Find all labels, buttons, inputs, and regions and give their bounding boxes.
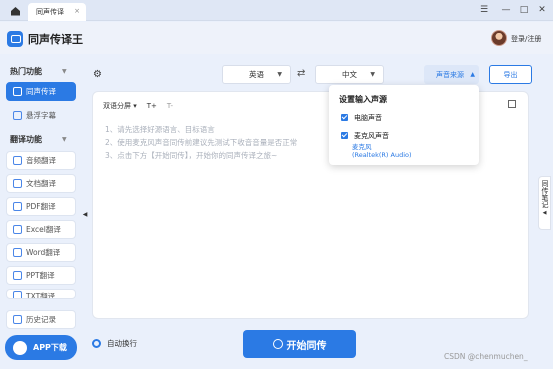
document-icon — [13, 179, 22, 188]
app-download-button[interactable]: APP下载 — [5, 335, 77, 360]
checkbox-checked-icon[interactable] — [341, 114, 348, 121]
microphone-icon — [272, 339, 283, 349]
audio-source-button[interactable]: 声音来源 ▲ — [424, 65, 479, 84]
txt-icon — [13, 291, 22, 298]
sidebar-item-label: Excel翻译 — [26, 225, 61, 234]
option-microphone[interactable]: 麦克风声音 — [341, 131, 389, 141]
source-language-select[interactable]: 英语 ▼ — [222, 65, 291, 84]
sidebar-item-ppt-translate[interactable]: PPT翻译 — [6, 266, 76, 285]
sidebar-item-simultaneous[interactable]: 同声传译 — [6, 82, 76, 101]
minimize-button[interactable]: — — [500, 4, 512, 16]
download-icon — [13, 340, 27, 355]
sidebar-item-label: PPT翻译 — [26, 271, 55, 280]
chevron-down-icon: ▾ — [133, 102, 137, 110]
auto-wrap-toggle[interactable]: 自动换行 — [92, 338, 137, 349]
ppt-icon — [13, 271, 22, 280]
sidebar-item-document-translate[interactable]: 文档翻译 — [6, 174, 76, 193]
maximize-button[interactable]: □ — [518, 4, 530, 16]
sidebar-item-txt-translate[interactable]: TXT翻译 — [6, 289, 76, 299]
avatar[interactable] — [491, 30, 507, 46]
dropdown-title: 设置输入声源 — [339, 95, 387, 104]
gear-icon[interactable]: ⚙ — [93, 69, 102, 80]
font-increase-button[interactable]: T+ — [147, 102, 157, 110]
audio-source-label: 声音来源 — [436, 70, 464, 79]
translate-section-heading: 翻译功能 — [10, 135, 42, 144]
tip-line: 2、使用麦克风声音同传前建议先测试下收音音量是否正常 — [105, 138, 298, 147]
hot-section-heading: 热门功能 — [10, 67, 42, 76]
excel-icon — [13, 225, 22, 234]
sidebar-item-label: 同声传译 — [26, 87, 56, 96]
radio-selected-icon[interactable] — [92, 339, 101, 348]
export-button[interactable]: 导出 — [489, 65, 532, 84]
option-computer-audio[interactable]: 电脑声音 — [341, 113, 382, 123]
app-title: 同声传译王 — [28, 33, 83, 46]
collapse-sidebar-icon[interactable]: ◀ — [81, 208, 89, 220]
swap-languages-icon[interactable]: ⇄ — [297, 68, 305, 79]
option-label: 电脑声音 — [354, 114, 382, 122]
panel-toolbar: 双语分屏 ▾ T+ T- — [103, 101, 173, 111]
chevron-down-icon[interactable]: ▼ — [62, 136, 67, 143]
chevron-left-icon: ◀ — [542, 210, 547, 216]
start-button[interactable]: 开始同传 — [243, 330, 356, 358]
audio-icon — [13, 156, 22, 165]
sidebar-item-label: Word翻译 — [26, 248, 61, 257]
sidebar-item-label: 悬浮字幕 — [26, 111, 56, 120]
sidebar-item-label: TXT翻译 — [26, 292, 56, 299]
sidebar-item-label: 历史记录 — [26, 315, 56, 324]
sidebar-item-audio-translate[interactable]: 音频翻译 — [6, 151, 76, 170]
subtitles-icon — [13, 111, 22, 120]
app-download-label: APP下载 — [33, 343, 67, 352]
tab-label: 同声传译 — [36, 8, 64, 16]
chevron-down-icon[interactable]: ▼ — [62, 68, 67, 75]
usage-tips: 1、请先选择好源语言、目标语言 2、使用麦克风声音同传前建议先测试下收音音量是否… — [105, 123, 297, 162]
app-logo-icon — [7, 31, 23, 47]
home-icon[interactable] — [8, 4, 22, 17]
notes-tab-label: 同传笔记 — [541, 180, 549, 208]
sidebar-item-pdf-translate[interactable]: PDF翻译 — [6, 197, 76, 216]
chevron-down-icon: ▼ — [370, 71, 375, 78]
target-language-value: 中文 — [342, 70, 357, 79]
option-label: 麦克风声音 — [354, 132, 389, 140]
close-button[interactable]: ✕ — [536, 4, 548, 16]
tab-close-icon[interactable]: × — [74, 7, 80, 15]
tab-simultaneous[interactable]: 同声传译 × — [28, 3, 86, 21]
view-mode-label: 双语分屏 — [103, 102, 131, 110]
auto-wrap-label: 自动换行 — [107, 339, 137, 348]
chevron-down-icon: ▼ — [277, 71, 282, 78]
sidebar-item-label: PDF翻译 — [26, 202, 56, 211]
sidebar-item-floating-subtitles[interactable]: 悬浮字幕 — [6, 106, 76, 125]
start-button-label: 开始同传 — [286, 340, 327, 352]
app-header: 同声传译王 登录/注册 — [0, 22, 553, 54]
sidebar-item-excel-translate[interactable]: Excel翻译 — [6, 220, 76, 239]
source-language-value: 英语 — [249, 70, 264, 79]
watermark: CSDN @chenmuchen_ — [444, 352, 528, 361]
sidebar-item-word-translate[interactable]: Word翻译 — [6, 243, 76, 262]
fullscreen-icon[interactable] — [508, 100, 516, 108]
sidebar-item-history[interactable]: 历史记录 — [6, 310, 76, 329]
font-decrease-button[interactable]: T- — [167, 102, 173, 110]
target-language-select[interactable]: 中文 ▼ — [315, 65, 384, 84]
tip-line: 1、请先选择好源语言、目标语言 — [105, 125, 215, 134]
notes-side-tab[interactable]: 同传笔记 ◀ — [538, 176, 551, 230]
view-mode-select[interactable]: 双语分屏 ▾ — [103, 101, 137, 111]
pdf-icon — [13, 202, 22, 211]
history-icon — [13, 315, 22, 324]
sidebar-item-label: 音频翻译 — [26, 156, 56, 165]
title-bar: 同声传译 × ☰ — □ ✕ — [0, 0, 553, 21]
word-icon — [13, 248, 22, 257]
menu-icon[interactable]: ☰ — [478, 4, 490, 16]
microphone-name[interactable]: 麦克风 — [352, 141, 372, 151]
checkbox-checked-icon[interactable] — [341, 132, 348, 139]
simultaneous-icon — [13, 87, 22, 96]
microphone-device[interactable]: (Realtek(R) Audio) — [352, 151, 412, 159]
login-link[interactable]: 登录/注册 — [511, 34, 541, 44]
tip-line: 3、点击下方【开始同传】，开始你的同声传译之旅~ — [105, 151, 278, 160]
chevron-up-icon: ▲ — [470, 71, 475, 78]
sidebar-item-label: 文档翻译 — [26, 179, 56, 188]
